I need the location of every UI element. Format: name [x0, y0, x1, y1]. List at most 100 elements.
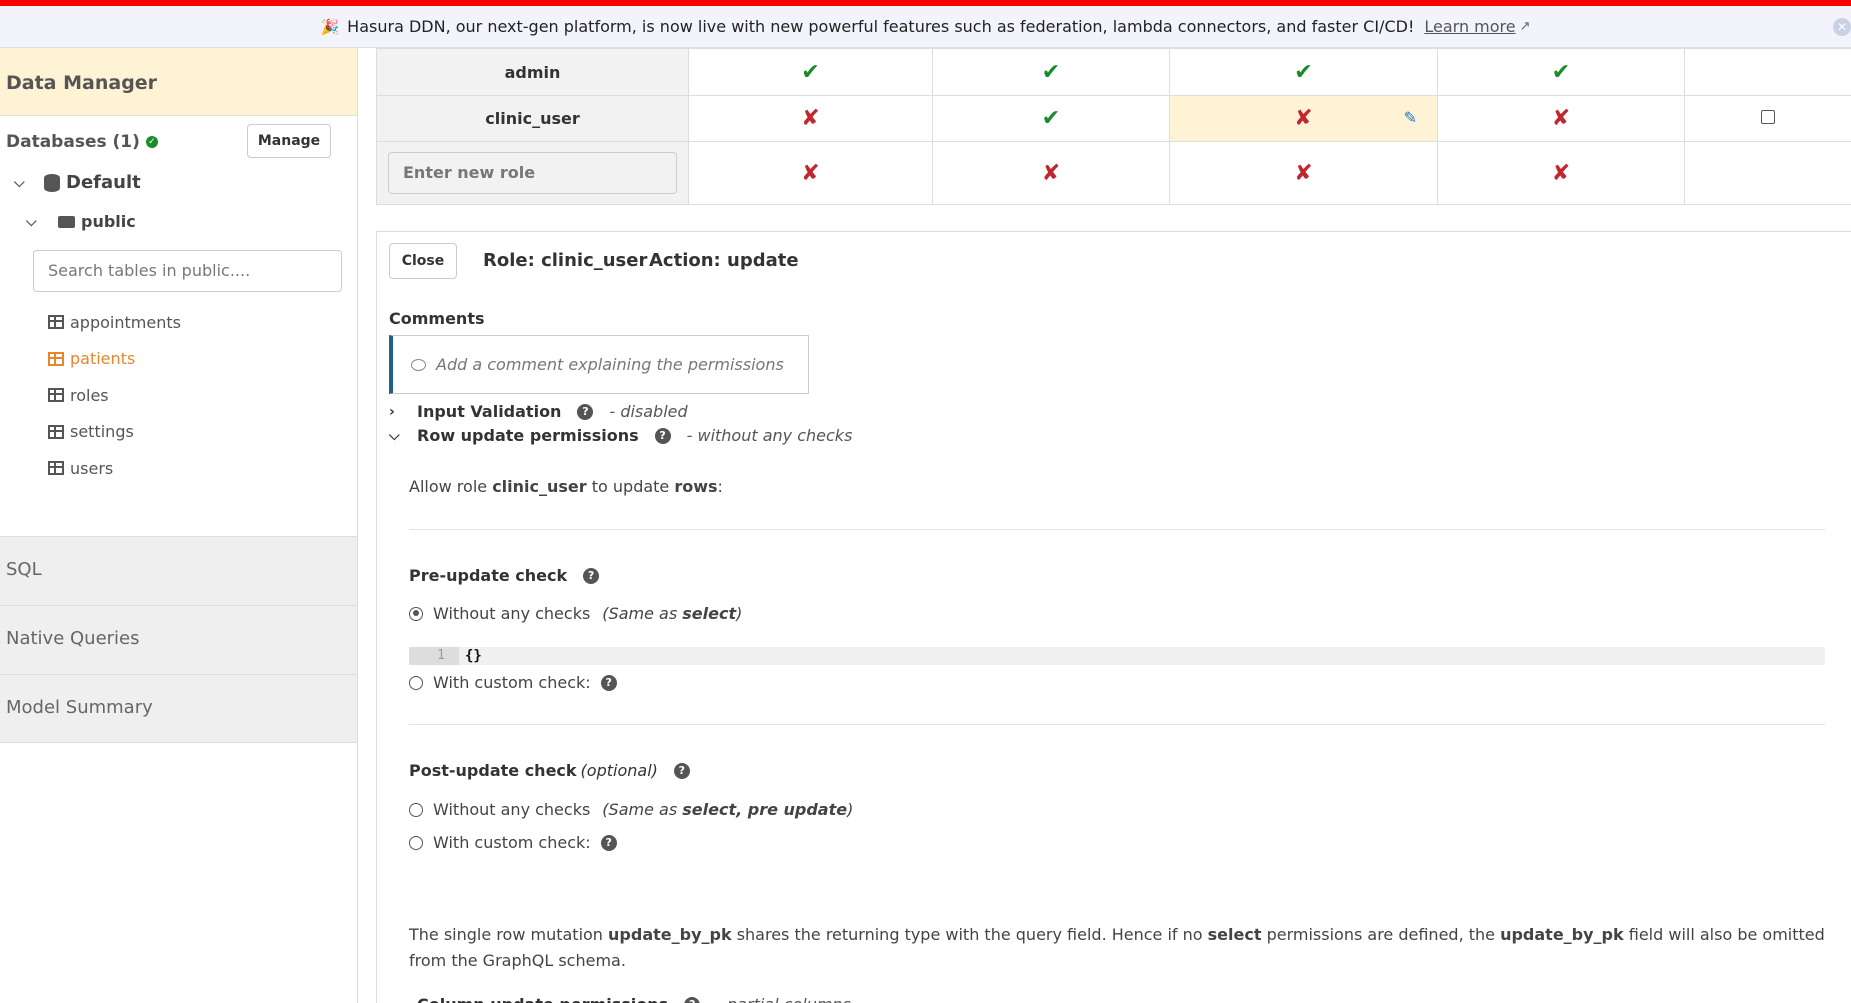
permission-cell[interactable]: ✔ [1169, 48, 1438, 96]
banner-text: Hasura DDN, our next-gen platform, is no… [347, 17, 1415, 36]
section-status: - without any checks [686, 426, 853, 445]
table-item-users[interactable]: users [48, 450, 181, 487]
pre-update-label: Pre-update check [409, 566, 568, 585]
chevron-right-icon[interactable]: › [389, 404, 417, 420]
help-icon[interactable]: ? [600, 674, 617, 691]
close-button[interactable]: Close [389, 243, 457, 279]
hint-suffix: ) [736, 604, 743, 623]
help-icon[interactable]: ? [684, 996, 701, 1003]
chevron-down-icon[interactable]: ⌵ [389, 428, 417, 444]
input-validation-section[interactable]: › Input Validation ? - disabled [389, 402, 688, 421]
comment-input[interactable]: Add a comment explaining the permissions [389, 335, 809, 394]
pre-update-custom-check-option[interactable]: With custom check: ? [409, 673, 633, 692]
permission-cell[interactable]: ✘ [1437, 141, 1685, 205]
party-popper-icon: 🎉 [320, 17, 340, 36]
section-title: Column update permissions [417, 995, 668, 1003]
cross-icon: ✘ [1041, 160, 1061, 186]
status-ok-icon: ✓ [145, 136, 158, 148]
column-update-section[interactable]: ⌵ Column update permissions ? - partial … [389, 995, 851, 1003]
tree-item-public-schema[interactable]: ⌵ public [26, 212, 136, 231]
databases-count-text: Databases (1) [6, 132, 140, 152]
sidebar-section-sql[interactable]: SQL [0, 536, 357, 605]
table-icon [48, 388, 64, 403]
permission-cell[interactable]: ✘ [1437, 95, 1685, 142]
table-row: clinic_user ✘ ✔ ✘ ✎ ✘ [376, 95, 1851, 142]
table-icon [48, 351, 64, 366]
post-update-no-checks-option[interactable]: Without any checks (Same as select, pre … [409, 800, 853, 819]
table-item-patients[interactable]: patients [48, 341, 181, 378]
table-row: Enter new role ✘ ✘ ✘ ✘ [376, 141, 1851, 205]
radio-unselected[interactable] [409, 675, 423, 690]
allow-role-text: Allow role clinic_user to update rows: [409, 477, 723, 496]
code-editor[interactable]: 1 {} [409, 647, 1825, 665]
comment-placeholder: Add a comment explaining the permissions [436, 355, 784, 374]
cross-icon: ✘ [1294, 106, 1313, 131]
code-text[interactable]: {} [465, 648, 482, 664]
permission-cell[interactable]: ✔ [932, 95, 1170, 142]
table-label: settings [70, 422, 134, 442]
sidebar: Data Manager Databases (1) ✓ Manage ⌵ Def… [0, 48, 358, 1003]
permission-cell[interactable]: ✘ [1169, 141, 1438, 205]
help-icon[interactable]: ? [673, 762, 690, 779]
tree-item-default-db[interactable]: ⌵ Default [14, 172, 141, 193]
chevron-down-icon[interactable]: ⌵ [14, 175, 34, 191]
option-label: With custom check: [433, 833, 591, 852]
search-tables-input[interactable]: Search tables in public.... [33, 250, 342, 292]
help-icon[interactable]: ? [654, 427, 671, 444]
check-icon: ✔ [801, 59, 820, 85]
permission-cell[interactable]: ✘ [932, 141, 1170, 205]
allow-prefix: Allow role [409, 477, 493, 496]
table-item-settings[interactable]: settings [48, 414, 181, 451]
chevron-down-icon[interactable]: ⌵ [389, 997, 417, 1003]
permission-cell-selected[interactable]: ✘ ✎ [1169, 95, 1438, 142]
row-update-section[interactable]: ⌵ Row update permissions ? - without any… [389, 426, 852, 445]
sidebar-section-model-summary[interactable]: Model Summary [0, 674, 357, 743]
bulk-select-checkbox[interactable] [1761, 109, 1775, 124]
bulk-cell[interactable] [1684, 95, 1851, 142]
section-title: Input Validation [417, 402, 562, 421]
permissions-table: admin ✔ ✔ ✔ ✔ clinic_user ✘ ✔ ✘ ✎ ✘ Enter… [376, 48, 1851, 205]
table-icon [48, 315, 64, 330]
option-label: Without any checks [433, 604, 591, 623]
hint-prefix: (Same as [602, 800, 683, 819]
chevron-down-icon[interactable]: ⌵ [26, 214, 46, 230]
database-icon [44, 173, 60, 192]
db-name: Default [66, 172, 141, 193]
help-icon[interactable]: ? [577, 403, 594, 420]
radio-selected[interactable] [409, 606, 423, 621]
hint-bold: select [682, 604, 737, 623]
cross-icon: ✘ [801, 106, 820, 131]
cross-icon: ✘ [1551, 106, 1571, 131]
pencil-edit-icon[interactable]: ✎ [1404, 108, 1417, 127]
learn-more-link[interactable]: Learn more [1424, 17, 1515, 36]
section-status: - disabled [609, 402, 688, 421]
radio-unselected[interactable] [409, 802, 423, 817]
permission-cell[interactable]: ✔ [932, 48, 1170, 96]
note-text: permissions are defined, the [1261, 925, 1501, 944]
table-icon [48, 461, 64, 476]
permission-cell[interactable]: ✔ [688, 48, 933, 96]
role-name: clinic_user [376, 95, 689, 142]
sidebar-section-native-queries[interactable]: Native Queries [0, 605, 357, 674]
update-by-pk-note: The single row mutation update_by_pk sha… [409, 922, 1829, 974]
close-banner-icon[interactable]: ✕ [1833, 18, 1851, 36]
comments-label: Comments [389, 309, 485, 328]
table-row: admin ✔ ✔ ✔ ✔ [376, 48, 1851, 96]
post-update-custom-check-option[interactable]: With custom check: ? [409, 833, 633, 852]
check-icon: ✔ [1041, 106, 1061, 131]
radio-unselected[interactable] [409, 835, 423, 850]
allow-mid: to update [586, 477, 675, 496]
permission-cell[interactable]: ✘ [688, 95, 933, 142]
permission-cell[interactable]: ✘ [688, 141, 933, 205]
pre-update-no-checks-option[interactable]: Without any checks (Same as select) [409, 604, 742, 623]
table-item-roles[interactable]: roles [48, 377, 181, 414]
main-content: admin ✔ ✔ ✔ ✔ clinic_user ✘ ✔ ✘ ✎ ✘ Enter… [358, 48, 1851, 1003]
help-icon[interactable]: ? [583, 567, 600, 584]
permission-cell[interactable]: ✔ [1437, 48, 1685, 96]
tables-list: appointments patients roles settings use… [48, 304, 181, 487]
manage-button[interactable]: Manage [247, 124, 331, 158]
pre-update-title: Pre-update check ? [409, 566, 615, 585]
help-icon[interactable]: ? [600, 834, 617, 851]
new-role-input[interactable]: Enter new role [388, 152, 677, 194]
table-item-appointments[interactable]: appointments [48, 304, 181, 341]
